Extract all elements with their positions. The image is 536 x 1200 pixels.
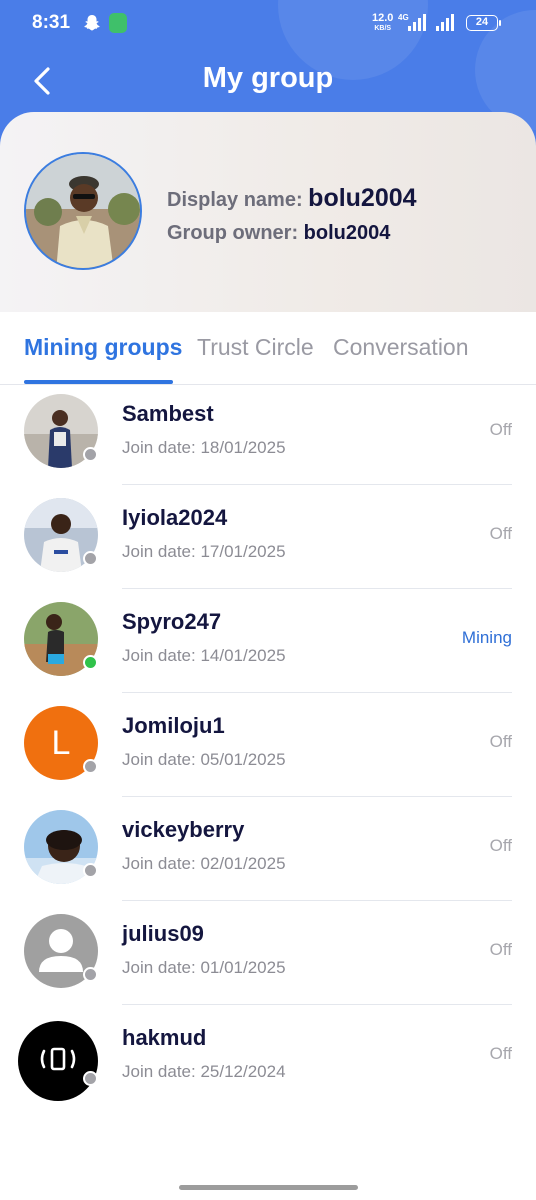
member-join-date: Join date: 18/01/2025 — [122, 438, 286, 457]
home-indicator[interactable] — [179, 1185, 358, 1190]
member-status: Off — [489, 940, 512, 959]
list-item[interactable]: julius09 Join date: 01/01/2025 Off — [0, 901, 536, 1005]
offline-status-dot — [83, 551, 98, 566]
member-status: Off — [489, 732, 512, 751]
group-owner-label: Group owner: — [167, 222, 299, 244]
list-item[interactable]: Iyiola2024 Join date: 17/01/2025 Off — [0, 485, 536, 589]
network-speed: 12.0 KB/S — [372, 12, 394, 33]
member-status: Off — [489, 524, 512, 543]
signal-icon — [408, 14, 428, 31]
member-join-date: Join date: 25/12/2024 — [122, 1062, 286, 1081]
list-item[interactable]: Sambest Join date: 18/01/2025 Off — [0, 381, 536, 485]
member-join-date: Join date: 17/01/2025 — [122, 542, 286, 561]
member-name: vickeyberry — [122, 817, 245, 842]
member-name: julius09 — [122, 921, 204, 946]
offline-status-dot — [83, 447, 98, 462]
member-name: Jomiloju1 — [122, 713, 225, 738]
display-name-row: Display name: bolu2004 — [167, 184, 417, 213]
member-join-date: Join date: 01/01/2025 — [122, 958, 286, 977]
status-bar: 8:31 12.0 KB/S 4G 24 — [0, 0, 536, 46]
tab-mining-groups[interactable]: Mining groups — [24, 334, 182, 361]
member-join-date: Join date: 05/01/2025 — [122, 750, 286, 769]
tab-bar: Mining groups Trust Circle Conversation — [0, 312, 536, 385]
page-title: My group — [202, 62, 334, 94]
tab-trust-circle[interactable]: Trust Circle — [197, 334, 314, 361]
group-owner-value: bolu2004 — [303, 222, 391, 244]
tab-conversation[interactable]: Conversation — [333, 334, 469, 361]
avatar — [18, 1021, 98, 1101]
member-status: Off — [489, 1044, 512, 1063]
online-status-dot — [83, 655, 98, 670]
profile-card: Display name: bolu2004 Group owner: bolu… — [0, 112, 536, 312]
offline-status-dot — [83, 863, 98, 878]
offline-status-dot — [83, 759, 98, 774]
display-name-value: bolu2004 — [308, 184, 417, 212]
snapchat-icon — [84, 15, 100, 31]
status-time: 8:31 — [32, 12, 71, 33]
member-name: Sambest — [122, 401, 214, 426]
list-item[interactable]: hakmud Join date: 25/12/2024 Off — [0, 1005, 536, 1109]
offline-status-dot — [83, 967, 98, 982]
battery-icon: 24 — [466, 15, 501, 31]
signal-icon — [436, 14, 456, 31]
display-name-label: Display name: — [167, 189, 303, 211]
member-status: Off — [489, 420, 512, 439]
list-item[interactable]: vickeyberry Join date: 02/01/2025 Off — [0, 797, 536, 901]
group-owner-row: Group owner: bolu2004 — [167, 222, 390, 245]
member-join-date: Join date: 02/01/2025 — [122, 854, 286, 873]
offline-status-dot — [83, 1071, 98, 1086]
list-item[interactable]: Spyro247 Join date: 14/01/2025 Mining — [0, 589, 536, 693]
member-name: Iyiola2024 — [122, 505, 228, 530]
member-name: Spyro247 — [122, 609, 222, 634]
list-item[interactable]: L Jomiloju1 Join date: 05/01/2025 Off — [0, 693, 536, 797]
member-status: Mining — [461, 628, 512, 647]
member-status: Off — [489, 836, 512, 855]
profile-avatar[interactable] — [24, 152, 142, 270]
member-name: hakmud — [122, 1025, 207, 1050]
profile-photo — [26, 154, 140, 268]
member-join-date: Join date: 14/01/2025 — [122, 646, 286, 665]
vibrate-icon — [40, 1047, 76, 1071]
app-notification-icon — [109, 13, 127, 33]
